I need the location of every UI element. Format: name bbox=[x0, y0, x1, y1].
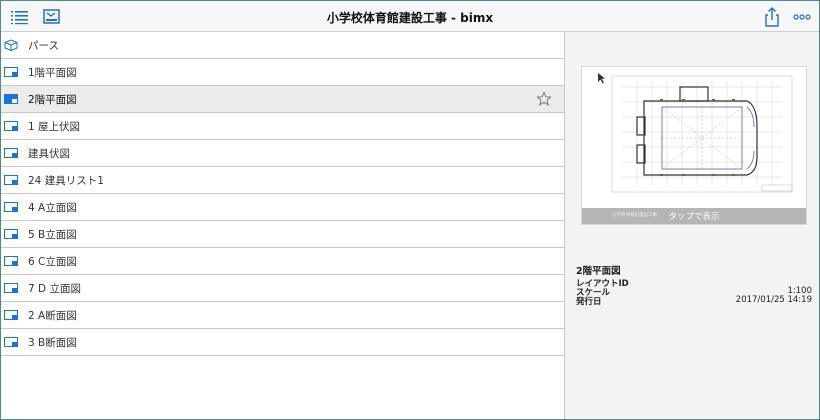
list-item-label: 6 C立面図 bbox=[28, 255, 77, 268]
list-item[interactable]: 1 屋上伏図 bbox=[1, 113, 564, 140]
preview-overlay-bar: 小学校体育館建設工事 タップで表示 bbox=[582, 208, 806, 224]
list-item[interactable]: 5 B立面図 bbox=[1, 221, 564, 248]
share-icon[interactable] bbox=[761, 6, 783, 28]
layout-sheet-icon bbox=[4, 337, 18, 347]
info-row-issue-date: 発行日 2017/01/25 14:19 bbox=[576, 295, 812, 307]
layout-list: パース 1階平面図 2階平面図 1 屋上伏図 建具伏図 24 建具リスト1 4 … bbox=[1, 32, 564, 419]
layout-sheet-icon bbox=[4, 148, 18, 158]
more-icon[interactable] bbox=[791, 6, 813, 28]
layout-sheet-icon bbox=[4, 94, 18, 104]
layout-title: 2階平面図 bbox=[576, 266, 621, 277]
detail-pane: 小学校体育館建設工事 タップで表示 2階平面図 レイアウトID スケール 1:1… bbox=[564, 32, 819, 419]
layout-sheet-icon bbox=[4, 202, 18, 212]
list-item[interactable]: 2 A断面図 bbox=[1, 302, 564, 329]
list-item[interactable]: 7 D 立面図 bbox=[1, 275, 564, 302]
tap-to-view-label: タップで表示 bbox=[668, 212, 720, 222]
top-navigation-bar: 小学校体育館建設工事 - bimx bbox=[1, 1, 819, 32]
list-item[interactable]: 1階平面図 bbox=[1, 59, 564, 86]
layout-sheet-icon bbox=[4, 175, 18, 185]
floor-plan-drawing bbox=[598, 73, 793, 193]
layout-sheet-icon bbox=[4, 229, 18, 239]
layout-preview-thumbnail[interactable]: 小学校体育館建設工事 タップで表示 bbox=[581, 66, 807, 225]
layout-sheet-icon bbox=[4, 283, 18, 293]
layout-sheet-icon bbox=[4, 121, 18, 131]
list-item-perspective[interactable]: パース bbox=[1, 32, 564, 59]
list-item-label: パース bbox=[28, 39, 59, 52]
list-item-label: 2階平面図 bbox=[28, 93, 77, 106]
list-item-label: 3 B断面図 bbox=[28, 336, 77, 349]
list-item-label: 7 D 立面図 bbox=[28, 282, 81, 295]
list-item-label: 1階平面図 bbox=[28, 66, 77, 79]
issue-date-value: 2017/01/25 14:19 bbox=[735, 295, 812, 305]
list-item-label: 5 B立面図 bbox=[28, 228, 77, 241]
layout-sheet-icon bbox=[4, 310, 18, 320]
list-item[interactable]: 3 B断面図 bbox=[1, 329, 564, 356]
list-item-label: 2 A断面図 bbox=[28, 309, 77, 322]
issue-date-label: 発行日 bbox=[576, 297, 602, 307]
list-item-label: 建具伏図 bbox=[28, 147, 70, 160]
list-item-selected[interactable]: 2階平面図 bbox=[1, 86, 564, 113]
layout-sheet-icon bbox=[4, 67, 18, 77]
list-item[interactable]: 24 建具リスト1 bbox=[1, 167, 564, 194]
list-item-label: 24 建具リスト1 bbox=[28, 174, 104, 187]
perspective-cube-icon bbox=[4, 39, 18, 51]
list-item[interactable]: 建具伏図 bbox=[1, 140, 564, 167]
favorite-star-icon[interactable] bbox=[536, 91, 552, 107]
app-window: 小学校体育館建設工事 - bimx パース 1階平面図 2階平面図 1 屋上伏図… bbox=[0, 0, 820, 420]
page-title: 小学校体育館建設工事 - bimx bbox=[326, 11, 494, 25]
list-item-label: 1 屋上伏図 bbox=[28, 120, 81, 133]
list-item[interactable]: 4 A立面図 bbox=[1, 194, 564, 221]
list-item-label: 4 A立面図 bbox=[28, 201, 77, 214]
list-item[interactable]: 6 C立面図 bbox=[1, 248, 564, 275]
layout-sheet-icon bbox=[4, 256, 18, 266]
